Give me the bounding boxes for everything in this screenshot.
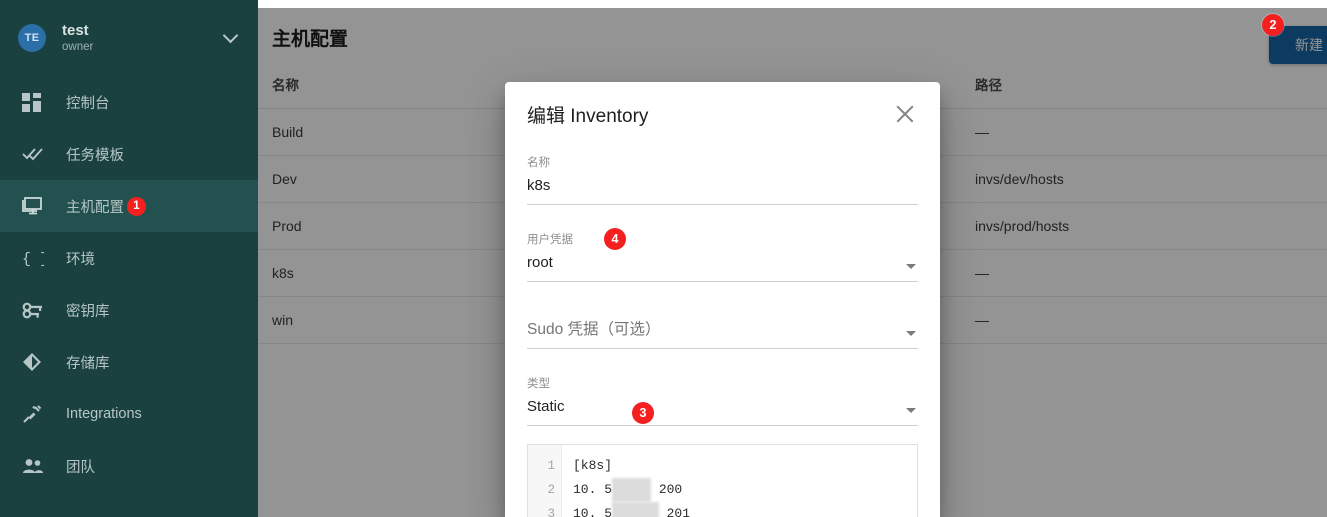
dialog-header: 编辑 Inventory <box>527 82 918 146</box>
chevron-down-icon[interactable] <box>906 330 916 336</box>
field-underline <box>527 203 918 205</box>
sidebar-item-label: 环境 <box>66 251 95 268</box>
sidebar-item-team[interactable]: 团队 <box>0 440 258 492</box>
chevron-down-icon[interactable] <box>906 407 916 413</box>
inventory-code-editor[interactable]: 1 2 3 4 [k8s] 10. 57 10 200 10. 5 201 10… <box>527 443 918 517</box>
name-field[interactable]: 名称 k8s <box>527 146 918 205</box>
braces-icon: { } <box>22 247 48 269</box>
sudo-credential-placeholder: Sudo 凭据（可选） <box>527 320 661 338</box>
code-text: 10. 5 <box>573 481 613 497</box>
key-icon <box>22 299 48 321</box>
avatar: TE <box>18 24 46 52</box>
sidebar-badge: 1 <box>127 196 146 216</box>
field-underline <box>527 280 918 282</box>
field-underline <box>527 347 918 349</box>
sidebar-item-inventory[interactable]: 主机配置 1 <box>0 180 258 232</box>
sidebar-item-repository[interactable]: 存储库 <box>0 336 258 388</box>
type-select[interactable]: 类型 Static <box>527 367 918 426</box>
field-underline <box>527 424 918 426</box>
sidebar-item-integrations[interactable]: Integrations <box>0 388 258 440</box>
dashboard-icon <box>22 91 48 113</box>
annotation-step-2: 2 <box>1262 14 1284 36</box>
sidebar: TE test owner 控制台 任务模板 主机配置 1 {环境 密钥库 存… <box>0 0 258 517</box>
double-check-icon <box>22 143 48 165</box>
code-text: [k8s] <box>573 457 613 473</box>
sidebar-item-label: Integrations <box>66 406 142 422</box>
user-credential-label: 用户凭据 <box>527 233 573 246</box>
code-line: 10. 57 10 200 <box>573 477 917 502</box>
line-number: 1 <box>547 458 555 473</box>
monitor-icon <box>22 195 48 217</box>
sidebar-item-key-store[interactable]: 密钥库 <box>0 284 258 336</box>
sidebar-item-dashboard[interactable]: 控制台 <box>0 76 258 128</box>
line-number: 2 <box>547 482 555 497</box>
code-text: 10. 5 <box>573 505 613 517</box>
name-field-label: 名称 <box>527 157 550 169</box>
name-field-value: k8s <box>527 176 551 194</box>
plug-icon <box>22 403 48 425</box>
sidebar-item-label: 密钥库 <box>66 303 110 320</box>
sidebar-item-label: 主机配置 <box>66 199 124 216</box>
svg-text:{ }: { } <box>22 251 44 267</box>
sidebar-user-switcher[interactable]: TE test owner <box>0 0 258 76</box>
app-root: TE test owner 控制台 任务模板 主机配置 1 {环境 密钥库 存… <box>0 0 1327 517</box>
close-icon[interactable] <box>892 101 918 127</box>
git-branch-icon <box>22 351 48 373</box>
line-number: 3 <box>547 506 555 517</box>
sidebar-item-label: 控制台 <box>66 95 110 112</box>
sidebar-item-label: 任务模板 <box>66 147 124 164</box>
annotation-step-4: 4 <box>604 228 626 250</box>
window-top-edge <box>258 0 1327 8</box>
user-role: owner <box>62 41 94 54</box>
user-name: test <box>62 21 89 39</box>
people-icon <box>22 455 48 477</box>
sidebar-item-environment[interactable]: { } 环境 <box>0 232 258 284</box>
code-text: 200 <box>651 481 683 497</box>
user-info: test owner <box>62 22 93 54</box>
chevron-down-icon[interactable] <box>222 27 239 44</box>
code-line: 10. 5 201 <box>573 501 917 517</box>
dialog-title: 编辑 Inventory <box>527 105 649 127</box>
sidebar-item-label: 团队 <box>66 459 95 476</box>
type-value: Static <box>527 397 565 415</box>
edit-inventory-dialog: 编辑 Inventory 名称 k8s 用户凭据 root Sudo 凭据（可选… <box>505 82 940 517</box>
sudo-credential-select[interactable]: Sudo 凭据（可选） <box>527 300 918 349</box>
chevron-down-icon[interactable] <box>906 263 916 269</box>
editor-gutter: 1 2 3 4 <box>528 444 562 517</box>
sidebar-item-task-templates[interactable]: 任务模板 <box>0 128 258 180</box>
code-text: 201 <box>658 505 691 517</box>
sidebar-item-label: 存储库 <box>66 355 110 372</box>
editor-lines[interactable]: [k8s] 10. 57 10 200 10. 5 201 10. 5 202 <box>562 445 917 517</box>
annotation-step-3: 3 <box>632 402 654 424</box>
user-credential-select[interactable]: 用户凭据 root <box>527 223 918 282</box>
type-label: 类型 <box>527 377 550 390</box>
code-line: [k8s] <box>573 454 917 478</box>
redacted-text: 7 10 <box>612 477 652 502</box>
redacted-text <box>612 501 659 517</box>
user-credential-value: root <box>527 253 553 271</box>
